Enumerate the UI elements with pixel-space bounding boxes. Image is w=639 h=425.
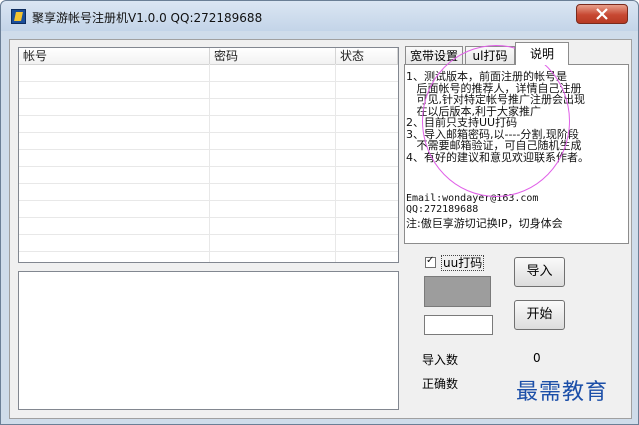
grid-line bbox=[19, 183, 398, 184]
uu-captcha-checkbox-label[interactable]: uu打码 bbox=[441, 255, 485, 271]
column-header-account[interactable]: 帐号 bbox=[19, 48, 210, 64]
grid-line bbox=[19, 149, 398, 150]
grid-line bbox=[19, 217, 398, 218]
title-bar[interactable]: 聚享游帐号注册机V1.0.0 QQ:272189688 bbox=[1, 1, 638, 31]
column-header-status[interactable]: 状态 bbox=[336, 48, 398, 64]
tab-instructions[interactable]: 说明 bbox=[515, 42, 569, 65]
tab-uu-captcha[interactable]: ul打码 bbox=[465, 46, 515, 65]
tab-broadband-settings[interactable]: 宽带设置 bbox=[405, 46, 463, 65]
grid-line bbox=[19, 81, 398, 82]
grid-line bbox=[209, 64, 210, 262]
account-table[interactable]: 帐号 密码 状态 bbox=[18, 47, 399, 263]
grid-line bbox=[19, 200, 398, 201]
captcha-preview-box bbox=[424, 276, 491, 307]
captcha-input[interactable] bbox=[424, 315, 493, 335]
ip-note: 注:傲巨享游切记换IP，切身体会 bbox=[406, 217, 563, 230]
import-count-label: 导入数 bbox=[422, 353, 459, 367]
grid-line bbox=[19, 251, 398, 252]
grid-line bbox=[19, 132, 398, 133]
grid-line bbox=[19, 234, 398, 235]
log-textarea[interactable] bbox=[18, 271, 399, 410]
app-icon bbox=[11, 9, 26, 24]
import-button[interactable]: 导入 bbox=[514, 257, 565, 287]
grid-line bbox=[19, 115, 398, 116]
import-count-value: 0 bbox=[533, 351, 541, 365]
uu-captcha-checkbox[interactable] bbox=[425, 255, 436, 268]
table-header: 帐号 密码 状态 bbox=[19, 48, 398, 65]
grid-line bbox=[19, 166, 398, 167]
column-header-password[interactable]: 密码 bbox=[210, 48, 336, 64]
grid-line bbox=[335, 64, 336, 262]
watermark-logo: 最需教育 bbox=[516, 380, 609, 405]
close-icon bbox=[596, 8, 608, 20]
window-title: 聚享游帐号注册机V1.0.0 QQ:272189688 bbox=[32, 11, 263, 25]
start-button[interactable]: 开始 bbox=[514, 300, 565, 330]
contact-info: Email:wondayer@163.com QQ:272189688 bbox=[406, 193, 539, 215]
correct-count-label: 正确数 bbox=[422, 377, 459, 391]
close-button[interactable] bbox=[576, 4, 628, 24]
grid-line bbox=[19, 98, 398, 99]
instructions-text: 1、测试版本，前面注册的帐号是 后面帐号的推荐人，详情自己注册 可见,针对特定帐… bbox=[406, 70, 589, 164]
